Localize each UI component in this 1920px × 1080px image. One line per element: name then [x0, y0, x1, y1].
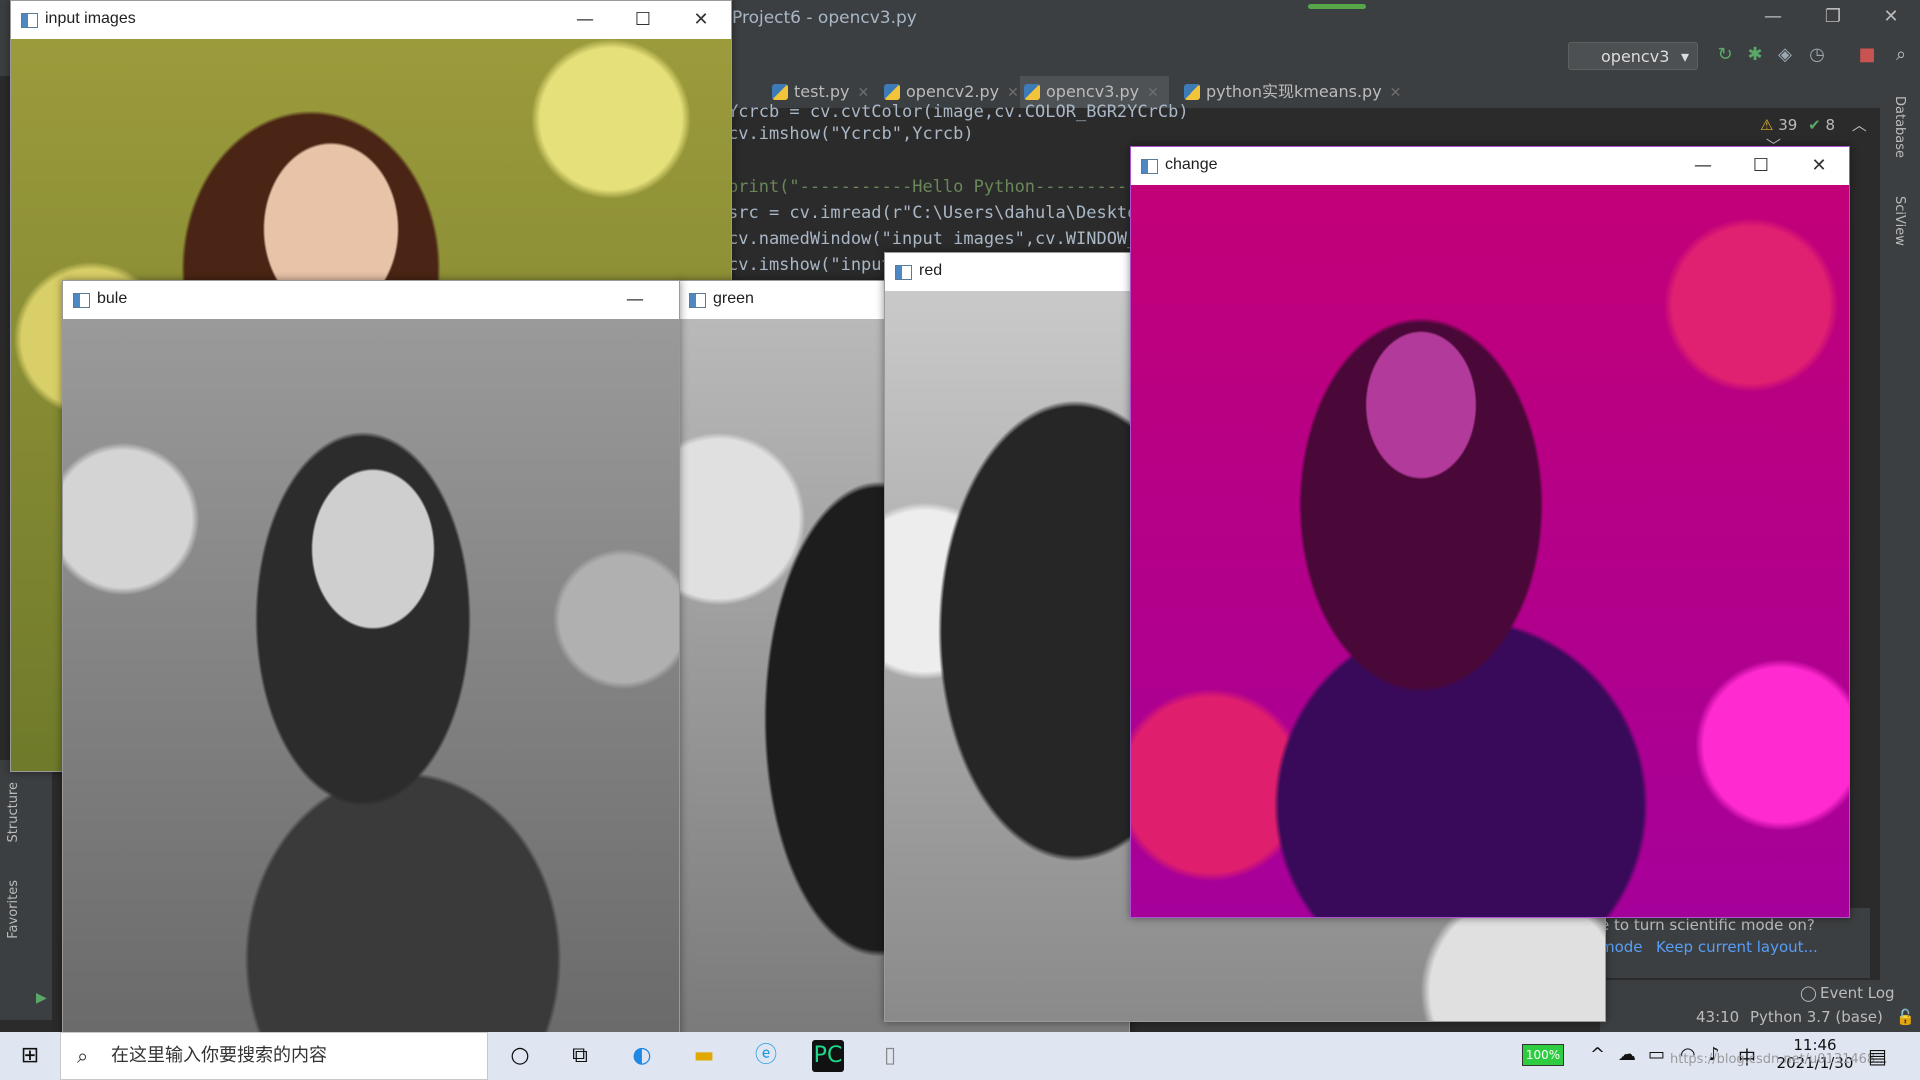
- chevron-up-icon[interactable]: ︿: [1852, 116, 1867, 134]
- chevron-down-icon: ▾: [1680, 47, 1689, 66]
- watermark-text: https://blog.csdn.net/u0131468...: [1670, 1052, 1888, 1067]
- code-line: cv.namedWindow("input images",cv.WINDOW_…: [728, 229, 1189, 249]
- ide-window-title: Project6 - opencv3.py: [732, 8, 917, 28]
- changed-image: [1131, 185, 1849, 917]
- tab-label: python实现kmeans.py: [1206, 82, 1382, 101]
- cursor-position[interactable]: 43:10: [1696, 1008, 1739, 1026]
- search-icon: ⌕: [77, 1044, 89, 1068]
- python-file-icon: [1024, 84, 1040, 100]
- tab-label: test.py: [794, 82, 850, 101]
- ide-status-bar: ◯ Event Log 43:10 Python 3.7 (base) 🔓: [1600, 980, 1920, 1032]
- run-config-dropdown[interactable]: opencv3 ▾: [1568, 42, 1698, 70]
- close-icon[interactable]: ✕: [1007, 85, 1019, 101]
- run-icon[interactable]: ▶: [36, 990, 47, 1006]
- debug-icon[interactable]: ✱: [1744, 44, 1766, 66]
- window-title: input images: [45, 10, 136, 27]
- tool-window-favorites[interactable]: Favorites: [6, 880, 21, 939]
- window-change[interactable]: change — ☐ ✕: [1130, 146, 1850, 918]
- app-window-icon: [1141, 159, 1158, 174]
- notification-center-icon[interactable]: ▤: [1868, 1044, 1887, 1068]
- tool-window-structure[interactable]: Structure: [6, 782, 21, 842]
- interpreter-selector[interactable]: Python 3.7 (base): [1750, 1008, 1883, 1026]
- task-view-icon[interactable]: ⧉: [564, 1040, 596, 1072]
- ide-close-button[interactable]: ✕: [1876, 6, 1906, 28]
- check-icon: ✔: [1808, 116, 1821, 134]
- minimize-button[interactable]: —: [615, 287, 655, 313]
- chevron-up-icon[interactable]: ^: [1590, 1044, 1605, 1065]
- event-log-button[interactable]: Event Log: [1820, 984, 1895, 1002]
- ide-restore-button[interactable]: ❐: [1818, 6, 1848, 28]
- profile-icon[interactable]: ◷: [1806, 44, 1828, 66]
- notification-link-keep-layout[interactable]: Keep current layout...: [1656, 938, 1818, 956]
- window-title: red: [919, 262, 943, 279]
- code-line: print("-----------Hello Python----------…: [728, 177, 1169, 197]
- taskbar-search-box[interactable]: ⌕ 在这里输入你要搜索的内容: [60, 1032, 488, 1080]
- stop-icon[interactable]: ■: [1856, 44, 1878, 66]
- window-title-bar[interactable]: bule —: [63, 281, 679, 319]
- battery-indicator[interactable]: 100%: [1522, 1044, 1564, 1066]
- windows-start-icon[interactable]: ⊞: [14, 1040, 46, 1072]
- ide-minimize-button[interactable]: —: [1758, 6, 1788, 28]
- window-title: change: [1165, 156, 1218, 173]
- search-placeholder: 在这里输入你要搜索的内容: [111, 1045, 327, 1066]
- warning-icon: ⚠: [1760, 116, 1774, 134]
- close-icon[interactable]: ✕: [1390, 85, 1402, 101]
- opencv-window-icon[interactable]: ▯: [874, 1040, 906, 1072]
- tab-kmeans-py[interactable]: python实现kmeans.py ✕: [1180, 76, 1401, 108]
- tab-label: opencv2.py: [906, 82, 1000, 101]
- tool-window-database[interactable]: Database: [1892, 96, 1907, 158]
- python-file-icon: [1184, 84, 1200, 100]
- file-explorer-icon[interactable]: ▬: [688, 1040, 720, 1072]
- code-line: src = cv.imread(r"C:\Users\dahula\Deskto…: [728, 203, 1179, 223]
- app-window-icon: [895, 265, 912, 280]
- notification-text: e to turn scientific mode on?: [1600, 916, 1815, 934]
- app-window-icon: [21, 13, 38, 28]
- checks-count[interactable]: 8: [1825, 116, 1835, 134]
- maximize-button[interactable]: ☐: [623, 7, 663, 33]
- python-file-icon: [772, 84, 788, 100]
- power-icon[interactable]: ▭: [1648, 1044, 1665, 1065]
- window-bule[interactable]: bule —: [62, 280, 680, 1042]
- cortana-icon[interactable]: ○: [504, 1040, 536, 1072]
- left-tool-strip: Structure Favorites ▶: [0, 760, 52, 1020]
- close-icon[interactable]: ✕: [857, 85, 869, 101]
- search-icon[interactable]: ⌕: [1890, 44, 1912, 66]
- minimize-button[interactable]: —: [1683, 153, 1723, 179]
- scientific-mode-notification: e to turn scientific mode on? mode Keep …: [1600, 908, 1870, 978]
- right-tool-strip: Database SciView: [1880, 76, 1920, 1020]
- lock-icon[interactable]: 🔓: [1896, 1008, 1915, 1026]
- notification-link-mode[interactable]: mode: [1600, 938, 1643, 956]
- code-line: cv.imshow("Ycrcb",Ycrcb): [728, 124, 974, 144]
- minimize-button[interactable]: —: [565, 7, 605, 33]
- tool-window-sciview[interactable]: SciView: [1892, 196, 1907, 246]
- window-title: bule: [97, 290, 128, 307]
- run-config-label: opencv3: [1601, 47, 1670, 66]
- window-title: green: [713, 290, 754, 307]
- background-progress-indicator: [1308, 4, 1366, 9]
- event-log-icon: ◯: [1800, 984, 1817, 1002]
- rerun-icon[interactable]: ↻: [1714, 44, 1736, 66]
- app-window-icon: [689, 293, 706, 308]
- tab-label: opencv3.py: [1046, 82, 1140, 101]
- close-button[interactable]: ✕: [681, 7, 721, 33]
- battery-percent: 100%: [1525, 1048, 1561, 1062]
- window-title-bar[interactable]: input images — ☐ ✕: [11, 1, 731, 39]
- maximize-button[interactable]: ☐: [1741, 153, 1781, 179]
- python-file-icon: [884, 84, 900, 100]
- edge-icon[interactable]: ◐: [626, 1040, 658, 1072]
- warnings-count[interactable]: 39: [1778, 116, 1797, 134]
- close-icon[interactable]: ✕: [1147, 85, 1159, 101]
- close-button[interactable]: ✕: [1799, 153, 1839, 179]
- window-title-bar[interactable]: change — ☐ ✕: [1131, 147, 1849, 185]
- blue-channel-image: [63, 319, 679, 1041]
- code-line: Ycrcb = cv.cvtColor(image,cv.COLOR_BGR2Y…: [728, 102, 1189, 122]
- app-window-icon: [73, 293, 90, 308]
- pycharm-icon[interactable]: PC: [812, 1040, 844, 1072]
- ie-icon[interactable]: ⓔ: [750, 1040, 782, 1072]
- coverage-icon[interactable]: ◈: [1774, 44, 1796, 66]
- cloud-icon[interactable]: ☁: [1618, 1044, 1636, 1065]
